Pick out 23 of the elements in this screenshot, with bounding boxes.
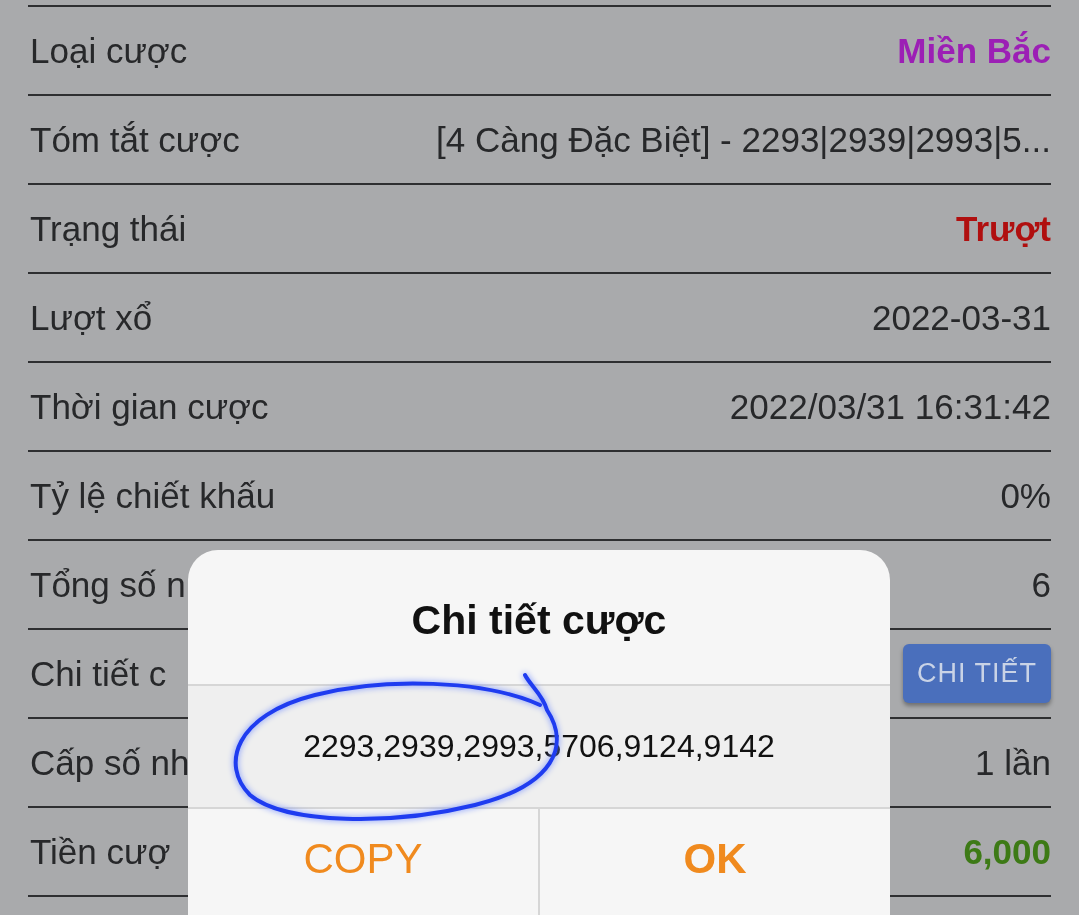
row-label: Tiền cượ	[30, 831, 171, 872]
row-value: 1 lần	[975, 742, 1051, 783]
row-value: 2022/03/31 16:31:42	[729, 386, 1051, 427]
detail-button[interactable]: CHI TIẾT	[903, 644, 1051, 703]
row-label: Loại cược	[30, 30, 188, 71]
row-value: 0%	[1000, 475, 1051, 516]
ok-button[interactable]: OK	[538, 809, 890, 915]
row-label: Lượt xổ	[30, 297, 153, 338]
row-value: [4 Càng Đặc Biệt] - 2293|2939|2993|5...	[436, 119, 1051, 160]
row-label: Tỷ lệ chiết khấu	[30, 475, 276, 516]
row-value: 6,000	[963, 831, 1051, 872]
row-label: Cấp số nh	[30, 742, 190, 783]
row-value: Miền Bắc	[897, 30, 1051, 71]
dialog-title: Chi tiết cược	[410, 595, 668, 645]
row-value: 2022-03-31	[871, 297, 1051, 338]
row-value: 6	[1031, 564, 1051, 605]
row-label: Chi tiết c	[30, 653, 167, 694]
row-label: Tóm tắt cược	[30, 119, 240, 160]
row-label: Thời gian cược	[30, 386, 269, 427]
copy-button[interactable]: COPY	[188, 809, 538, 915]
row-label: Trạng thái	[30, 208, 187, 249]
row-value: Trượt	[956, 208, 1051, 249]
row-label: Tổng số n	[30, 564, 186, 605]
